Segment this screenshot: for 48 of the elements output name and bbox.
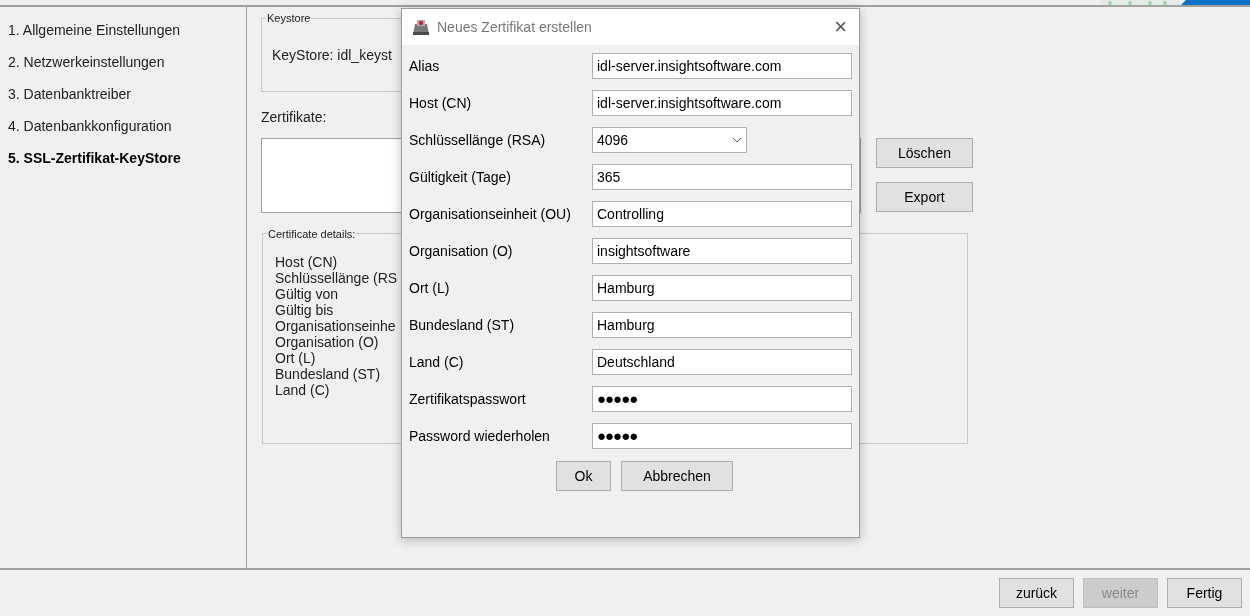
field-label: Bundesland (ST) (409, 315, 516, 335)
detail-label: Organisationseinhe (275, 318, 396, 334)
field-label: Schlüssellänge (RSA) (409, 130, 547, 150)
field-label: Alias (409, 56, 441, 76)
password-field[interactable]: ●●●●● (592, 423, 852, 449)
text-field[interactable]: Hamburg (592, 275, 852, 301)
field-label: Zertifikatspasswort (409, 389, 527, 409)
text-field[interactable]: idl-server.insightsoftware.com (592, 53, 852, 79)
detail-label: Ort (L) (275, 350, 316, 366)
text-field[interactable]: Deutschland (592, 349, 852, 375)
detail-label: Gültig von (275, 286, 339, 302)
text-field[interactable]: Controlling (592, 201, 852, 227)
step-item[interactable]: 1. Allgemeine Einstellungen (8, 21, 246, 40)
password-field[interactable]: ●●●●● (592, 386, 852, 412)
detail-label: Land (C) (275, 382, 330, 398)
detail-label: Gültig bis (275, 302, 334, 318)
action-button[interactable]: Export (876, 182, 973, 212)
key-length-dropdown[interactable]: 4096 (592, 127, 747, 153)
text-field[interactable]: idl-server.insightsoftware.com (592, 90, 852, 116)
step-item[interactable]: 4. Datenbankkonfiguration (8, 117, 246, 136)
nav-button[interactable]: zurück (999, 578, 1074, 608)
field-label: Host (CN) (409, 93, 473, 113)
step-item[interactable]: 2. Netzwerkeinstellungen (8, 53, 246, 72)
keystore-name: KeyStore: idl_keyst (272, 45, 392, 65)
detail-label: Host (CN) (275, 254, 338, 270)
chevron-down-icon (732, 137, 742, 143)
step-item[interactable]: 3. Datenbanktreiber (8, 85, 246, 104)
detail-label: Schlüssellänge (RS (275, 270, 398, 286)
field-label: Password wiederholen (409, 426, 551, 446)
field-label: Organisationseinheit (OU) (409, 204, 572, 224)
certificates-label: Zertifikate: (261, 108, 328, 127)
step-item[interactable]: 5. SSL-Zertifikat-KeyStore (8, 149, 246, 168)
nav-button[interactable]: Fertig (1167, 578, 1242, 608)
dialog-button[interactable]: Ok (556, 461, 611, 491)
app-icon (411, 18, 431, 36)
text-field[interactable]: insightsoftware (592, 238, 852, 264)
text-field[interactable]: Hamburg (592, 312, 852, 338)
action-button[interactable]: Löschen (876, 138, 973, 168)
detail-label: Organisation (O) (275, 334, 379, 350)
field-label: Land (C) (409, 352, 465, 372)
field-label: Ort (L) (409, 278, 451, 298)
field-label: Organisation (O) (409, 241, 514, 261)
close-button[interactable]: × (834, 16, 847, 38)
dialog-button[interactable]: Abbrechen (621, 461, 733, 491)
detail-label: Bundesland (ST) (275, 366, 381, 382)
dialog-title: Neues Zertifikat erstellen (437, 17, 593, 37)
text-field[interactable]: 365 (592, 164, 852, 190)
field-label: Gültigkeit (Tage) (409, 167, 512, 187)
